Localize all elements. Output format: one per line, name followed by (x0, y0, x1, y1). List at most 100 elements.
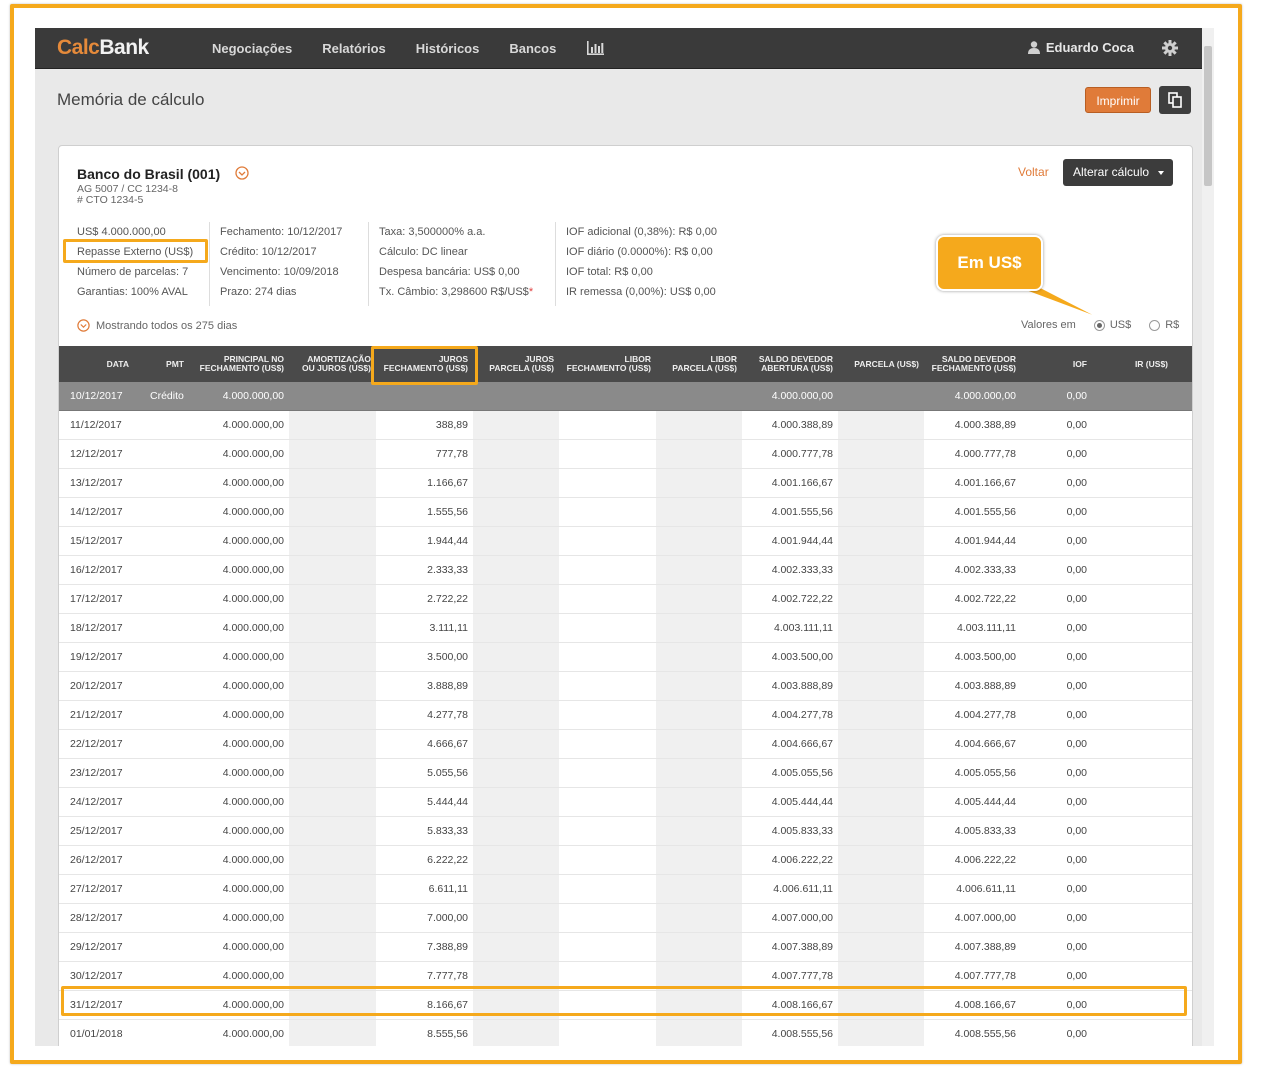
cell-libor-fechamento (559, 701, 656, 729)
cell-saldo-fechamento: 4.000.388,89 (954, 419, 1016, 431)
cell-principal: 4.000.000,00 (222, 419, 284, 431)
user-name: Eduardo Coca (1045, 40, 1134, 55)
copy-button[interactable] (1159, 86, 1191, 114)
cell-libor-fechamento (559, 411, 656, 439)
cell-pmt (134, 817, 189, 845)
alter-calculation-label: Alterar cálculo (1073, 165, 1150, 179)
cell-amortizacao (289, 817, 376, 845)
page-title: Memória de cálculo (57, 90, 205, 109)
nav-historicos[interactable]: Históricos (416, 41, 480, 56)
radio-usd-label[interactable]: US$ (1110, 319, 1131, 331)
cell-principal: 4.000.000,00 (222, 680, 284, 692)
cell-data: 22/12/2017 (70, 738, 123, 750)
cell-amortizacao (289, 585, 376, 613)
cell-pmt (134, 614, 189, 642)
cell-amortizacao (289, 701, 376, 729)
cell-principal: 4.000.000,00 (222, 390, 284, 402)
user-menu[interactable]: Eduardo Coca (1027, 40, 1134, 55)
cell-amortizacao (289, 788, 376, 816)
required-mark: * (528, 286, 534, 298)
cell-libor-parcela (656, 846, 742, 874)
table-row: 24/12/2017 4.000.000,00 5.444,44 4.005.444,… (59, 788, 1192, 817)
nav-bancos[interactable]: Bancos (509, 41, 556, 56)
table-row: 15/12/2017 4.000.000,00 1.944,44 4.001.944,… (59, 527, 1192, 556)
cell-ir (1092, 846, 1173, 874)
cell-amortizacao (289, 672, 376, 700)
nav-relatorios[interactable]: Relatórios (322, 41, 386, 56)
cell-juros-parcela (473, 440, 559, 468)
header-saldo-abertura: SALDO DEVEDOR ABERTURA (US$) (758, 354, 833, 373)
table-row: 18/12/2017 4.000.000,00 3.111,11 4.003.111,… (59, 614, 1192, 643)
show-days-toggle[interactable]: Mostrando todos os 275 dias (77, 319, 237, 332)
cell-libor-fechamento (559, 730, 656, 758)
header-parcela: PARCELA (US$) (854, 358, 919, 369)
chevron-down-icon[interactable] (235, 166, 249, 180)
cell-libor-fechamento (559, 556, 656, 584)
cell-saldo-abertura: 4.007.388,89 (771, 941, 833, 953)
info-term: Prazo: 274 dias (220, 286, 297, 298)
cell-data: 24/12/2017 (70, 796, 123, 808)
cell-iof: 0,00 (1066, 709, 1087, 721)
cell-iof: 0,00 (1066, 593, 1087, 605)
vertical-scrollbar[interactable] (1202, 28, 1214, 1046)
radio-brl[interactable] (1149, 319, 1161, 331)
cell-amortizacao (289, 527, 376, 555)
callout-em-usd: Em US$ (936, 235, 1043, 291)
print-button[interactable]: Imprimir (1085, 87, 1151, 113)
showing-days-label: Mostrando todos os 275 dias (96, 319, 238, 332)
cell-juros-parcela (473, 701, 559, 729)
nav-negociacoes[interactable]: Negociações (212, 41, 292, 56)
cell-principal: 4.000.000,00 (222, 854, 284, 866)
cell-juros-fechamento (376, 382, 473, 410)
gear-icon[interactable] (1162, 40, 1178, 56)
cell-saldo-abertura: 4.007.000,00 (771, 912, 833, 924)
highlight-row-31-12 (61, 986, 1187, 1016)
table-row: 14/12/2017 4.000.000,00 1.555,56 4.001.555,… (59, 498, 1192, 527)
cell-iof: 0,00 (1066, 1028, 1087, 1040)
cell-principal: 4.000.000,00 (222, 651, 284, 663)
back-link[interactable]: Voltar (1018, 165, 1049, 179)
cell-libor-fechamento (559, 759, 656, 787)
cell-libor-parcela (656, 730, 742, 758)
cell-libor-parcela (656, 1020, 742, 1046)
cell-juros-fechamento: 2.333,33 (427, 564, 468, 576)
cell-amortizacao (289, 382, 376, 410)
cell-data: 10/12/2017 (70, 390, 123, 402)
cell-pmt (134, 846, 189, 874)
header-ir: IR (US$) (1134, 358, 1168, 369)
cell-principal: 4.000.000,00 (222, 767, 284, 779)
scrollbar-thumb[interactable] (1204, 46, 1212, 186)
cell-libor-fechamento (559, 904, 656, 932)
cell-saldo-abertura: 4.003.888,89 (771, 680, 833, 692)
cell-pmt (134, 904, 189, 932)
alter-calculation-button[interactable]: Alterar cálculo (1063, 159, 1173, 186)
table-row: 17/12/2017 4.000.000,00 2.722,22 4.002.722,… (59, 585, 1192, 614)
cell-data: 28/12/2017 (70, 912, 123, 924)
cell-juros-fechamento: 4.666,67 (427, 738, 468, 750)
cell-libor-parcela (656, 440, 742, 468)
info-closing: Fechamento: 10/12/2017 (220, 226, 343, 238)
cell-saldo-abertura: 4.006.222,22 (771, 854, 833, 866)
cell-data: 15/12/2017 (70, 535, 123, 547)
cell-parcela (838, 585, 924, 613)
table-row: 16/12/2017 4.000.000,00 2.333,33 4.002.333,… (59, 556, 1192, 585)
cell-ir (1092, 933, 1173, 961)
bar-chart-icon[interactable] (586, 41, 605, 55)
cell-ir (1092, 527, 1173, 555)
cell-libor-fechamento (559, 585, 656, 613)
cell-libor-parcela (656, 759, 742, 787)
cell-juros-fechamento: 5.444,44 (427, 796, 468, 808)
radio-brl-label[interactable]: R$ (1165, 319, 1179, 331)
cell-iof: 0,00 (1066, 448, 1087, 460)
cell-saldo-fechamento: 4.001.944,44 (954, 535, 1016, 547)
cell-saldo-fechamento: 4.002.722,22 (954, 593, 1016, 605)
info-iof-additional: IOF adicional (0,38%): R$ 0,00 (566, 226, 718, 238)
cell-ir (1092, 759, 1173, 787)
table-row: 25/12/2017 4.000.000,00 5.833,33 4.005.833,… (59, 817, 1192, 846)
cell-pmt (134, 411, 189, 439)
caret-down-icon (1158, 171, 1164, 175)
calcbank-logo[interactable]: CalcBank (57, 36, 149, 60)
cell-pmt (134, 759, 189, 787)
cell-saldo-fechamento: 4.006.222,22 (954, 854, 1016, 866)
cell-parcela (838, 498, 924, 526)
